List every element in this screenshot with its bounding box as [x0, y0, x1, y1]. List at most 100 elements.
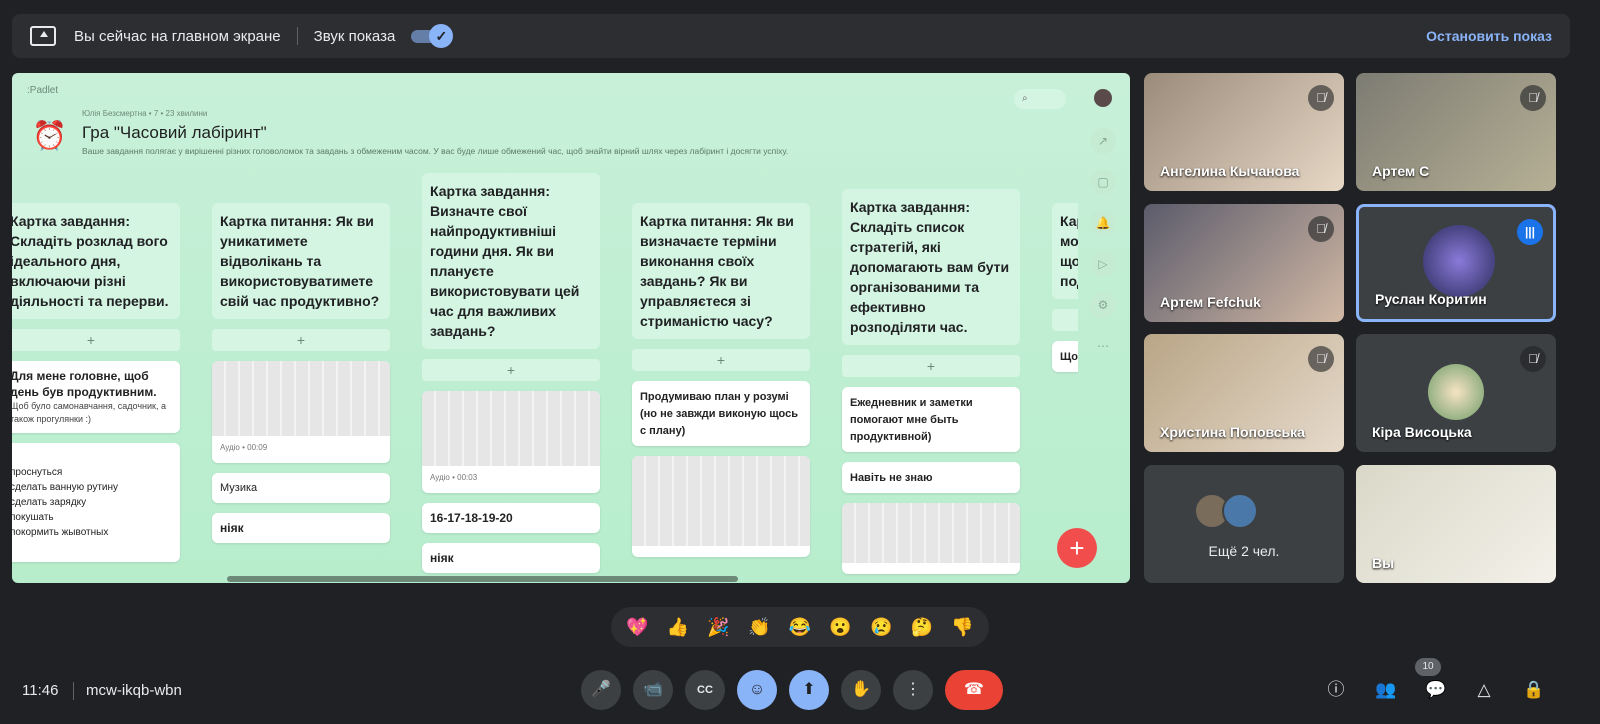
add-post-button[interactable]: + [12, 329, 180, 351]
post-card[interactable] [632, 456, 810, 557]
participant-tile[interactable]: 🎙̸ Христина Поповська [1144, 334, 1344, 452]
captions-icon[interactable]: CC [685, 670, 725, 710]
add-post-button[interactable]: + [842, 355, 1020, 377]
post-card[interactable]: Навіть не знаю [842, 462, 1020, 493]
add-post-button[interactable]: + [212, 329, 390, 351]
post-card[interactable]: Продумиваю план у розумі (но не завжди в… [632, 381, 810, 446]
column-4: Картка питання: Як ви визначаєте терміни… [632, 203, 810, 557]
mic-icon[interactable]: 🎤 [581, 670, 621, 710]
avatar[interactable] [1094, 89, 1112, 107]
sound-label: Звук показа [313, 27, 396, 45]
side-toolbar: ↗ ▢ 🔔 ▷ ⚙ ⋯ [1090, 128, 1118, 374]
participant-name: Артем С [1372, 163, 1430, 179]
column-6: Картка питання: Які можливості у вас є, … [1052, 203, 1078, 372]
participant-tile[interactable]: 🎙̸ Артем С [1356, 73, 1556, 191]
shared-screen: :Padlet ⌕ Юлія Безсмертна • 7 • 23 хвили… [12, 73, 1130, 583]
audio-thumbnail [842, 503, 1020, 563]
activities-icon[interactable]: △ [1470, 676, 1498, 704]
post-title: ніяк [430, 551, 454, 565]
reaction-thumbs-down[interactable]: 👎 [951, 617, 973, 638]
more-participants-tile[interactable]: Ещё 2 чел. [1144, 465, 1344, 583]
add-post-fab[interactable]: + [1057, 528, 1097, 568]
post-card[interactable]: Ежедневник и заметки помогают мне быть п… [842, 387, 1020, 452]
self-tile[interactable]: Вы [1356, 465, 1556, 583]
post-card[interactable] [842, 503, 1020, 574]
post-title: ніяк [220, 521, 244, 535]
raise-hand-icon[interactable]: ✋ [841, 670, 881, 710]
reaction-heart[interactable]: 💖 [626, 617, 648, 638]
audio-thumbnail [632, 456, 810, 546]
people-icon[interactable]: 👥 [1372, 676, 1400, 704]
end-call-icon[interactable]: ☎ [945, 670, 1003, 710]
more-participants-label: Ещё 2 чел. [1208, 543, 1280, 559]
main-screen-text: Вы сейчас на главном экране [74, 27, 281, 45]
column-3: Картка завдання: Визначте свої найпродук… [422, 173, 600, 573]
post-card[interactable]: 16-17-18-19-20 [422, 503, 600, 533]
column-header: Картка завдання: Складіть список стратег… [842, 189, 1020, 345]
audio-thumbnail [212, 361, 390, 436]
more-participants-avatars [1194, 493, 1258, 534]
reaction-laugh[interactable]: 😂 [789, 617, 811, 638]
post-body: Щоб було самонавчання, садочник, а також… [12, 401, 166, 424]
presentation-banner: Вы сейчас на главном экране Звук показа … [12, 14, 1570, 58]
column-header: Картка питання: Які можливості у вас є, … [1052, 203, 1078, 299]
post-card[interactable]: Аудіо • 00:03 [422, 391, 600, 493]
add-post-button[interactable]: + [632, 349, 810, 371]
more-icon[interactable]: ⋯ [1090, 333, 1116, 359]
post-card[interactable]: Аудіо • 00:09 [212, 361, 390, 463]
horizontal-scrollbar[interactable] [227, 576, 738, 582]
banner-divider [296, 27, 298, 45]
post-card[interactable]: ніяк [212, 513, 390, 543]
participant-tile[interactable]: 🎙̸ Ангелина Кычанова [1144, 73, 1344, 191]
share-icon[interactable]: ↗ [1090, 128, 1116, 154]
padlet-logo: :Padlet [27, 85, 59, 96]
info-icon[interactable]: ⓘ [1322, 676, 1350, 704]
slideshow-icon[interactable]: ▷ [1090, 251, 1116, 277]
participant-tile[interactable]: 🎙̸ Артем Fefchuk [1144, 204, 1344, 322]
stop-presenting-button[interactable]: Остановить показ [1426, 28, 1552, 44]
post-title: Ежедневник и заметки помогают мне быть п… [850, 397, 973, 443]
participant-tile[interactable]: ||| Руслан Коритин [1356, 204, 1556, 322]
post-card[interactable]: Музика [212, 473, 390, 503]
audio-meta: Аудіо • 00:09 [220, 443, 268, 452]
column-header: Картка питання: Як ви уникатимете відвол… [212, 203, 390, 319]
search-icon[interactable]: ⌕ [1014, 89, 1066, 109]
audio-thumbnail [422, 391, 600, 466]
column-1: Картка завдання: Складіть розклад вого і… [12, 203, 180, 562]
post-card[interactable]: Для мене головне, щоб день був продуктив… [12, 361, 180, 433]
reaction-thumbs-up[interactable]: 👍 [667, 617, 689, 638]
reaction-clap[interactable]: 👏 [748, 617, 770, 638]
settings-icon[interactable]: ⚙ [1090, 292, 1116, 318]
participant-tile[interactable]: 🎙̸ Кіра Висоцька [1356, 334, 1556, 452]
padlet-logo-text: Padlet [29, 85, 59, 96]
mic-off-icon: 🎙̸ [1308, 216, 1334, 242]
avatar [1222, 493, 1258, 529]
participant-name: Кіра Висоцька [1372, 424, 1472, 440]
post-author: Юлія Безсмертна • 7 • 23 хвилини [82, 109, 208, 118]
columns-board: Картка завдання: Складіть розклад вого і… [12, 173, 1078, 578]
post-card[interactable]: Щось або планувати [1052, 341, 1078, 372]
present-icon[interactable]: ⬆ [789, 670, 829, 710]
meeting-code: mcw-ikqb-wbn [86, 682, 182, 699]
add-post-button[interactable]: + [422, 359, 600, 381]
reaction-party[interactable]: 🎉 [707, 617, 729, 638]
mic-off-icon: 🎙̸ [1520, 346, 1546, 372]
reaction-thinking[interactable]: 🤔 [911, 617, 933, 638]
chat-icon[interactable]: 💬 [1422, 676, 1450, 704]
host-controls-icon[interactable]: 🔒 [1520, 676, 1548, 704]
camera-icon[interactable]: 📹 [633, 670, 673, 710]
meeting-time: 11:46 [22, 682, 59, 699]
divider [73, 682, 74, 700]
presentation-sound-toggle[interactable]: ✓ [411, 24, 454, 48]
more-options-icon[interactable]: ⋮ [893, 670, 933, 710]
add-post-button[interactable]: + [1052, 309, 1078, 331]
post-card[interactable]: проснуться сделать ванную рутину сделать… [12, 443, 180, 562]
emoji-icon[interactable]: ☺ [737, 670, 777, 710]
padlet-title: Гра "Часовий лабіринт" [82, 123, 267, 142]
reaction-sad[interactable]: 😢 [870, 617, 892, 638]
column-header: Картка питання: Як ви визначаєте терміни… [632, 203, 810, 339]
reaction-surprised[interactable]: 😮 [829, 617, 851, 638]
remake-icon[interactable]: ▢ [1090, 169, 1116, 195]
bell-icon[interactable]: 🔔 [1090, 210, 1116, 236]
post-card[interactable]: ніяк [422, 543, 600, 573]
